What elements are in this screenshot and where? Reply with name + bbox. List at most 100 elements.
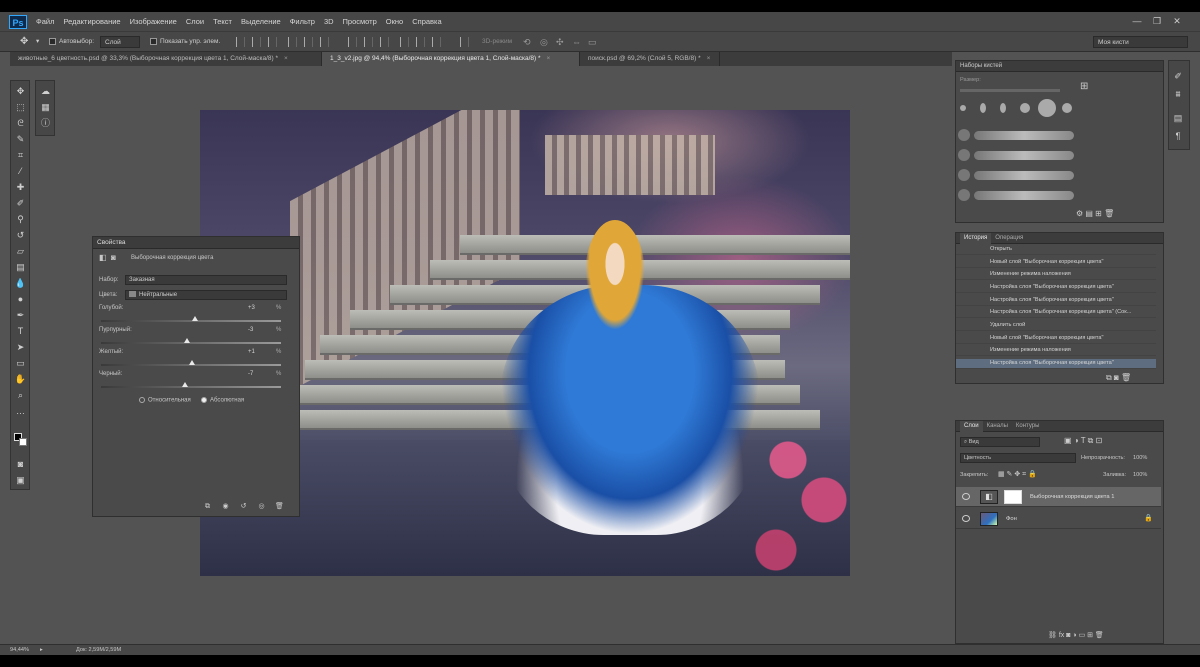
preset-select[interactable]: Заказная xyxy=(125,275,287,285)
clone-stamp-tool-icon[interactable]: ⚲ xyxy=(14,213,27,226)
align-top-icon[interactable] xyxy=(236,37,245,47)
brush-size-slider[interactable] xyxy=(960,89,1060,92)
menu-select[interactable]: Выделение xyxy=(241,17,281,26)
3d-drag-icon[interactable]: ✣ xyxy=(556,36,564,48)
info-icon[interactable]: ⓘ xyxy=(39,117,52,130)
brush-stroke-preview[interactable] xyxy=(974,191,1074,200)
close-icon[interactable]: ✕ xyxy=(1171,15,1183,27)
auto-align-icon[interactable] xyxy=(460,37,469,47)
slider-cyan-knob[interactable] xyxy=(191,316,198,321)
brush-preset-dot[interactable] xyxy=(980,103,986,113)
slider-magenta-knob[interactable] xyxy=(184,338,191,343)
toggle-brush-panel-icon[interactable]: ⚙ ▤ ⊞ 🗑 xyxy=(1076,209,1114,218)
show-transform-toggle[interactable]: Показать упр. элем. xyxy=(150,36,220,48)
new-preset-icon[interactable]: ⊞ xyxy=(1080,81,1088,92)
distribute-hcenter-icon[interactable] xyxy=(416,37,425,47)
align-hcenter-icon[interactable] xyxy=(304,37,313,47)
slider-yellow-knob[interactable] xyxy=(188,360,195,365)
quick-mask-icon[interactable]: ◙ xyxy=(14,458,27,471)
method-relative-option[interactable]: Относительная xyxy=(139,397,191,404)
tab-close-icon[interactable]: × xyxy=(547,55,551,62)
pen-tool-icon[interactable]: ✒ xyxy=(14,309,27,322)
slider-magenta-track[interactable] xyxy=(101,342,281,344)
3d-rotate-icon[interactable]: ⟲ xyxy=(523,36,531,48)
distribute-right-icon[interactable] xyxy=(432,37,441,47)
shape-tool-icon[interactable]: ▭ xyxy=(14,357,27,370)
maximize-icon[interactable]: ❐ xyxy=(1151,15,1163,27)
menu-type[interactable]: Текст xyxy=(213,17,232,26)
status-arrow-icon[interactable]: ▸ xyxy=(40,647,43,653)
brush-panel-icon[interactable]: ✐ xyxy=(1172,70,1184,82)
layer-mask-thumbnail[interactable] xyxy=(1004,490,1022,504)
workspace-select[interactable]: Моя кисти xyxy=(1093,36,1188,48)
tab-document-2[interactable]: 1_3_v2.jpg @ 94,4% (Выборочная коррекция… xyxy=(322,52,580,66)
menu-edit[interactable]: Редактирование xyxy=(63,17,120,26)
tab-document-3[interactable]: поиск.psd @ 69,2% (Слой 5, RGB/8) * × xyxy=(580,52,720,66)
align-right-icon[interactable] xyxy=(320,37,329,47)
eye-icon[interactable] xyxy=(962,493,970,500)
eyedropper-tool-icon[interactable]: ⁄ xyxy=(14,165,27,178)
menu-view[interactable]: Просмотр xyxy=(343,17,377,26)
slider-yellow-value[interactable]: +1 xyxy=(248,349,255,355)
distribute-vcenter-icon[interactable] xyxy=(364,37,373,47)
brush-preset-dot[interactable] xyxy=(958,149,970,161)
menu-file[interactable]: Файл xyxy=(36,17,54,26)
move-tool-icon[interactable]: ✥ xyxy=(14,85,27,98)
distribute-left-icon[interactable] xyxy=(400,37,409,47)
tab-paths[interactable]: Контуры xyxy=(1012,421,1044,432)
menu-help[interactable]: Справка xyxy=(412,17,441,26)
menu-filter[interactable]: Фильтр xyxy=(290,17,315,26)
3d-slide-icon[interactable]: ⇔ xyxy=(572,36,581,48)
layer-row-adjustment[interactable]: ◧ Выборочная коррекция цвета 1 xyxy=(956,487,1161,507)
background-color-swatch[interactable] xyxy=(19,438,27,446)
fill-value[interactable]: 100% xyxy=(1133,472,1147,478)
distribute-bottom-icon[interactable] xyxy=(380,37,389,47)
quick-select-tool-icon[interactable]: ✎ xyxy=(14,133,27,146)
slider-black-value[interactable]: -7 xyxy=(248,371,253,377)
zoom-level[interactable]: 94,44% xyxy=(10,647,29,653)
blend-mode-select[interactable]: Цветность xyxy=(960,453,1076,463)
brush-preset-dot[interactable] xyxy=(1020,103,1030,113)
brush-stroke-preview[interactable] xyxy=(974,151,1074,160)
document-icon[interactable]: ▤ xyxy=(1172,112,1184,124)
brush-presets-icon[interactable]: ⩩ xyxy=(1172,88,1184,100)
paragraph-icon[interactable]: ¶ xyxy=(1172,130,1184,142)
screen-mode-icon[interactable]: ▣ xyxy=(14,474,27,487)
tab-layers[interactable]: Слои xyxy=(960,421,983,432)
layer-name[interactable]: Выборочная коррекция цвета 1 xyxy=(1030,487,1114,507)
autoselect-toggle[interactable]: Автовыбор: xyxy=(49,36,94,48)
brush-stroke-preview[interactable] xyxy=(974,131,1074,140)
history-item[interactable]: Открыть xyxy=(956,245,1156,255)
history-item[interactable]: Изменение режима наложения xyxy=(956,270,1156,280)
marquee-tool-icon[interactable]: ⬚ xyxy=(14,101,27,114)
zoom-tool-icon[interactable]: ⌕ xyxy=(14,389,27,402)
eraser-tool-icon[interactable]: ▱ xyxy=(14,245,27,258)
brush-preset-dot[interactable] xyxy=(1038,99,1056,117)
delete-icon[interactable]: 🗑 xyxy=(275,502,284,511)
layer-filter-icons[interactable]: ▣ ◑ T ⧉ ⊡ xyxy=(1064,436,1102,446)
brush-stroke-preview[interactable] xyxy=(974,171,1074,180)
lasso-tool-icon[interactable]: ᘓ xyxy=(14,117,27,130)
history-brush-tool-icon[interactable]: ↺ xyxy=(14,229,27,242)
menu-layer[interactable]: Слои xyxy=(186,17,204,26)
slider-black-knob[interactable] xyxy=(181,382,188,387)
mask-icon[interactable]: ◙ xyxy=(111,253,116,262)
hand-tool-icon[interactable]: ✋ xyxy=(14,373,27,386)
tab-actions[interactable]: Операция xyxy=(991,233,1027,244)
brush-preset-dot[interactable] xyxy=(1062,103,1072,113)
colors-select[interactable]: Нейтральные xyxy=(125,290,287,300)
brush-preset-dot[interactable] xyxy=(958,129,970,141)
menu-image[interactable]: Изображение xyxy=(130,17,177,26)
slider-black-track[interactable] xyxy=(101,386,281,388)
brush-preset-dot[interactable] xyxy=(958,189,970,201)
eye-icon[interactable] xyxy=(962,515,970,522)
brush-preset-dot[interactable] xyxy=(1000,103,1006,113)
align-bottom-icon[interactable] xyxy=(268,37,277,47)
view-previous-icon[interactable]: ◉ xyxy=(221,502,230,511)
more-tools-icon[interactable]: … xyxy=(14,405,27,418)
visibility-icon[interactable]: ◎ xyxy=(257,502,266,511)
brush-preset-dot[interactable] xyxy=(960,105,966,111)
history-item[interactable]: Изменение режима наложения xyxy=(956,346,1156,356)
blur-tool-icon[interactable]: 💧 xyxy=(14,277,27,290)
tab-history[interactable]: История xyxy=(960,233,992,244)
